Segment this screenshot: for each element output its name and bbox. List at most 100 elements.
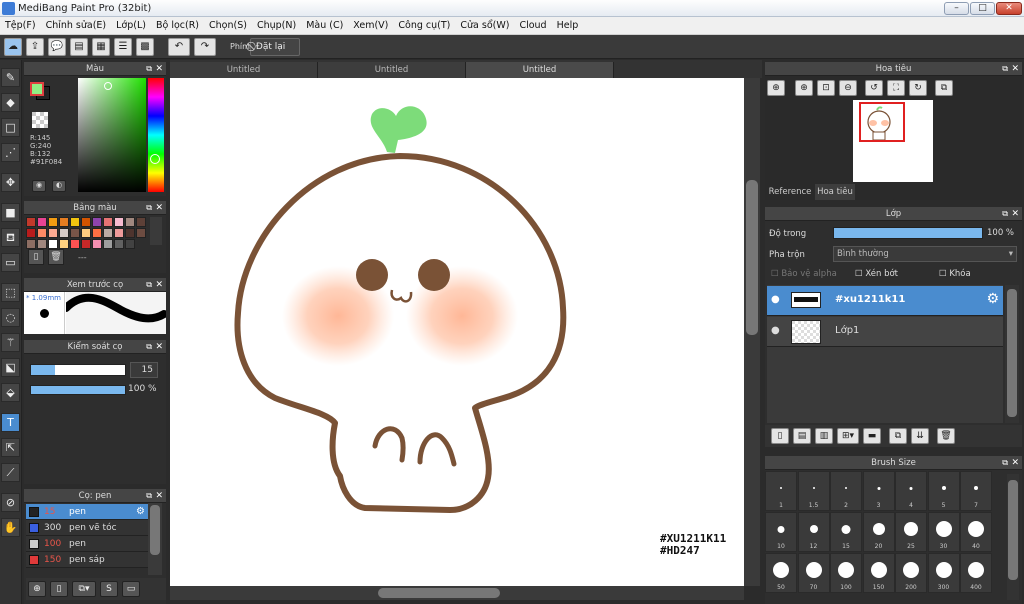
saturation-value-picker[interactable] xyxy=(78,78,146,192)
drawing-canvas[interactable]: #XU1211K11 #HD247 xyxy=(170,78,744,586)
cloud-icon[interactable]: ☁ xyxy=(4,38,22,56)
rotate-left-icon[interactable]: ↺ xyxy=(865,80,883,96)
brush-size-cell[interactable]: 300 xyxy=(927,553,960,593)
panel-close-icon[interactable]: ✕ xyxy=(1011,207,1019,221)
new-1bit-layer-icon[interactable]: ▥ xyxy=(815,428,833,444)
palette-swatch[interactable] xyxy=(125,217,135,227)
palette-swatch[interactable] xyxy=(59,239,69,249)
blend-mode-select[interactable]: Bình thường ▾ xyxy=(833,246,1017,262)
brush-size-cell[interactable]: 2 xyxy=(830,471,862,511)
brush-size-scroll-thumb[interactable] xyxy=(1008,480,1018,580)
fit-icon[interactable]: ⊡ xyxy=(817,80,835,96)
menu-filter[interactable]: Bộ lọc(R) xyxy=(151,17,204,34)
palette-swatch[interactable] xyxy=(59,217,69,227)
palette-swatch[interactable] xyxy=(114,228,124,238)
delete-color-icon[interactable]: 🗑 xyxy=(48,249,64,265)
palette-swatch[interactable] xyxy=(37,228,47,238)
menu-cloud[interactable]: Cloud xyxy=(514,17,551,34)
menu-layer[interactable]: Lớp(L) xyxy=(111,17,151,34)
menu-capture[interactable]: Chụp(N) xyxy=(252,17,301,34)
new-halftone-layer-icon[interactable]: ▤ xyxy=(793,428,811,444)
palette-swatch[interactable] xyxy=(103,217,113,227)
text-tool-icon[interactable]: T xyxy=(1,413,20,432)
move-tool-icon[interactable]: ✥ xyxy=(1,173,20,192)
palette-swatch[interactable] xyxy=(81,217,91,227)
brush-size-cell[interactable]: 4 xyxy=(895,471,927,511)
brush-type-dropdown-icon[interactable]: ⧉▾ xyxy=(72,581,96,597)
brush-item-crayon[interactable]: 150 pen sáp xyxy=(26,552,148,568)
panel-popout-icon[interactable]: ⧉ xyxy=(1002,207,1008,221)
brush-size-cell[interactable]: 15 xyxy=(830,512,862,552)
layer-list-scrollbar[interactable] xyxy=(1005,285,1019,423)
magic-wand-icon[interactable]: ⚚ xyxy=(1,333,20,352)
palette-swatch[interactable] xyxy=(26,228,36,238)
fullscreen-icon[interactable]: ⛶ xyxy=(887,80,905,96)
comment-icon[interactable]: 💬 xyxy=(48,38,66,56)
transparent-swatch[interactable] xyxy=(32,112,48,128)
gradient-tool-icon[interactable]: ▭ xyxy=(1,253,20,272)
eraser-tool-icon[interactable]: ◆ xyxy=(1,93,20,112)
palette-swatch[interactable] xyxy=(48,239,58,249)
lock-checkbox[interactable]: ☐ Khóa xyxy=(939,269,971,279)
navigator-thumbnail[interactable] xyxy=(853,100,933,182)
close-button[interactable]: ✕ xyxy=(996,2,1022,15)
tab-navigator[interactable]: Hoa tiêu xyxy=(815,184,855,200)
tab-untitled-2[interactable]: Untitled xyxy=(318,62,466,78)
palette-swatch[interactable] xyxy=(81,228,91,238)
brush-list-scrollbar[interactable] xyxy=(148,503,162,575)
menu-help[interactable]: Help xyxy=(552,17,584,34)
brush-size-slider[interactable] xyxy=(30,364,126,376)
select-eraser-icon[interactable]: ⬙ xyxy=(1,383,20,402)
brush-size-value[interactable]: 15 xyxy=(130,362,158,378)
new-color-icon[interactable]: ▯ xyxy=(28,249,44,265)
panel-close-icon[interactable]: ✕ xyxy=(1011,62,1019,76)
menu-file[interactable]: Tệp(F) xyxy=(0,17,41,34)
select-tool-icon[interactable]: ⬚ xyxy=(1,283,20,302)
palette-swatch[interactable] xyxy=(114,217,124,227)
menu-edit[interactable]: Chỉnh sửa(E) xyxy=(41,17,112,34)
brush-size-cell[interactable]: 25 xyxy=(895,512,927,552)
undo-icon[interactable]: ↶ xyxy=(168,38,190,56)
palette-swatch[interactable] xyxy=(92,228,102,238)
hand-tool-icon[interactable]: ✋ xyxy=(1,518,20,537)
brush-opacity-slider[interactable] xyxy=(30,385,126,395)
brush-settings-gear-icon[interactable]: ⚙ xyxy=(136,504,145,520)
brush-item-pen-2[interactable]: 100 pen xyxy=(26,536,148,552)
menu-tools[interactable]: Công cụ(T) xyxy=(393,17,455,34)
panel-popout-icon[interactable]: ⧉ xyxy=(146,489,152,503)
menu-select[interactable]: Chọn(S) xyxy=(204,17,252,34)
duplicate-layer-icon[interactable]: ⧉ xyxy=(889,428,907,444)
layer-row-lop1[interactable]: ● Lớp1 xyxy=(767,317,1003,347)
palette-swatch[interactable] xyxy=(48,228,58,238)
bucket-tool-icon[interactable]: ⛾ xyxy=(1,228,20,247)
flip-icon[interactable]: ⧉ xyxy=(935,80,953,96)
fill-rect-tool-icon[interactable]: ■ xyxy=(1,203,20,222)
add-brush-icon[interactable]: ⊕ xyxy=(28,581,46,597)
panel-popout-icon[interactable]: ⧉ xyxy=(146,201,152,215)
layer-row-xu1211k11[interactable]: ● #xu1211k11 ⚙ xyxy=(767,286,1003,316)
zoom-in-2-icon[interactable]: ⊕ xyxy=(795,80,813,96)
panel-close-icon[interactable]: ✕ xyxy=(1011,456,1019,470)
layer-list-scroll-thumb[interactable] xyxy=(1007,289,1017,417)
brush-size-cell[interactable]: 12 xyxy=(797,512,830,552)
panel-popout-icon[interactable]: ⧉ xyxy=(1002,456,1008,470)
new-layer-icon[interactable]: ▯ xyxy=(771,428,789,444)
palette-swatch[interactable] xyxy=(136,217,146,227)
brush-size-cell[interactable]: 50 xyxy=(765,553,797,593)
tab-reference[interactable]: Reference xyxy=(765,184,815,200)
chat-icon[interactable]: ▤ xyxy=(70,38,88,56)
canvas-horizontal-scroll-thumb[interactable] xyxy=(378,588,500,598)
brush-size-cell[interactable]: 400 xyxy=(960,553,992,593)
brush-size-scrollbar[interactable] xyxy=(1007,474,1019,600)
panel-close-icon[interactable]: ✕ xyxy=(155,489,163,503)
palette-swatch[interactable] xyxy=(48,217,58,227)
palette-swatch[interactable] xyxy=(92,239,102,249)
brush-item-pen[interactable]: 15 pen ⚙ xyxy=(26,504,148,520)
dropper-tool-icon[interactable]: ⟋ xyxy=(1,463,20,482)
brush-size-cell[interactable]: 150 xyxy=(862,553,895,593)
palette-swatch[interactable] xyxy=(26,239,36,249)
brush-size-cell[interactable]: 30 xyxy=(927,512,960,552)
brush-size-cell[interactable]: 10 xyxy=(765,512,797,552)
zoom-out-icon[interactable]: ⊖ xyxy=(839,80,857,96)
rotate-right-icon[interactable]: ↻ xyxy=(909,80,927,96)
